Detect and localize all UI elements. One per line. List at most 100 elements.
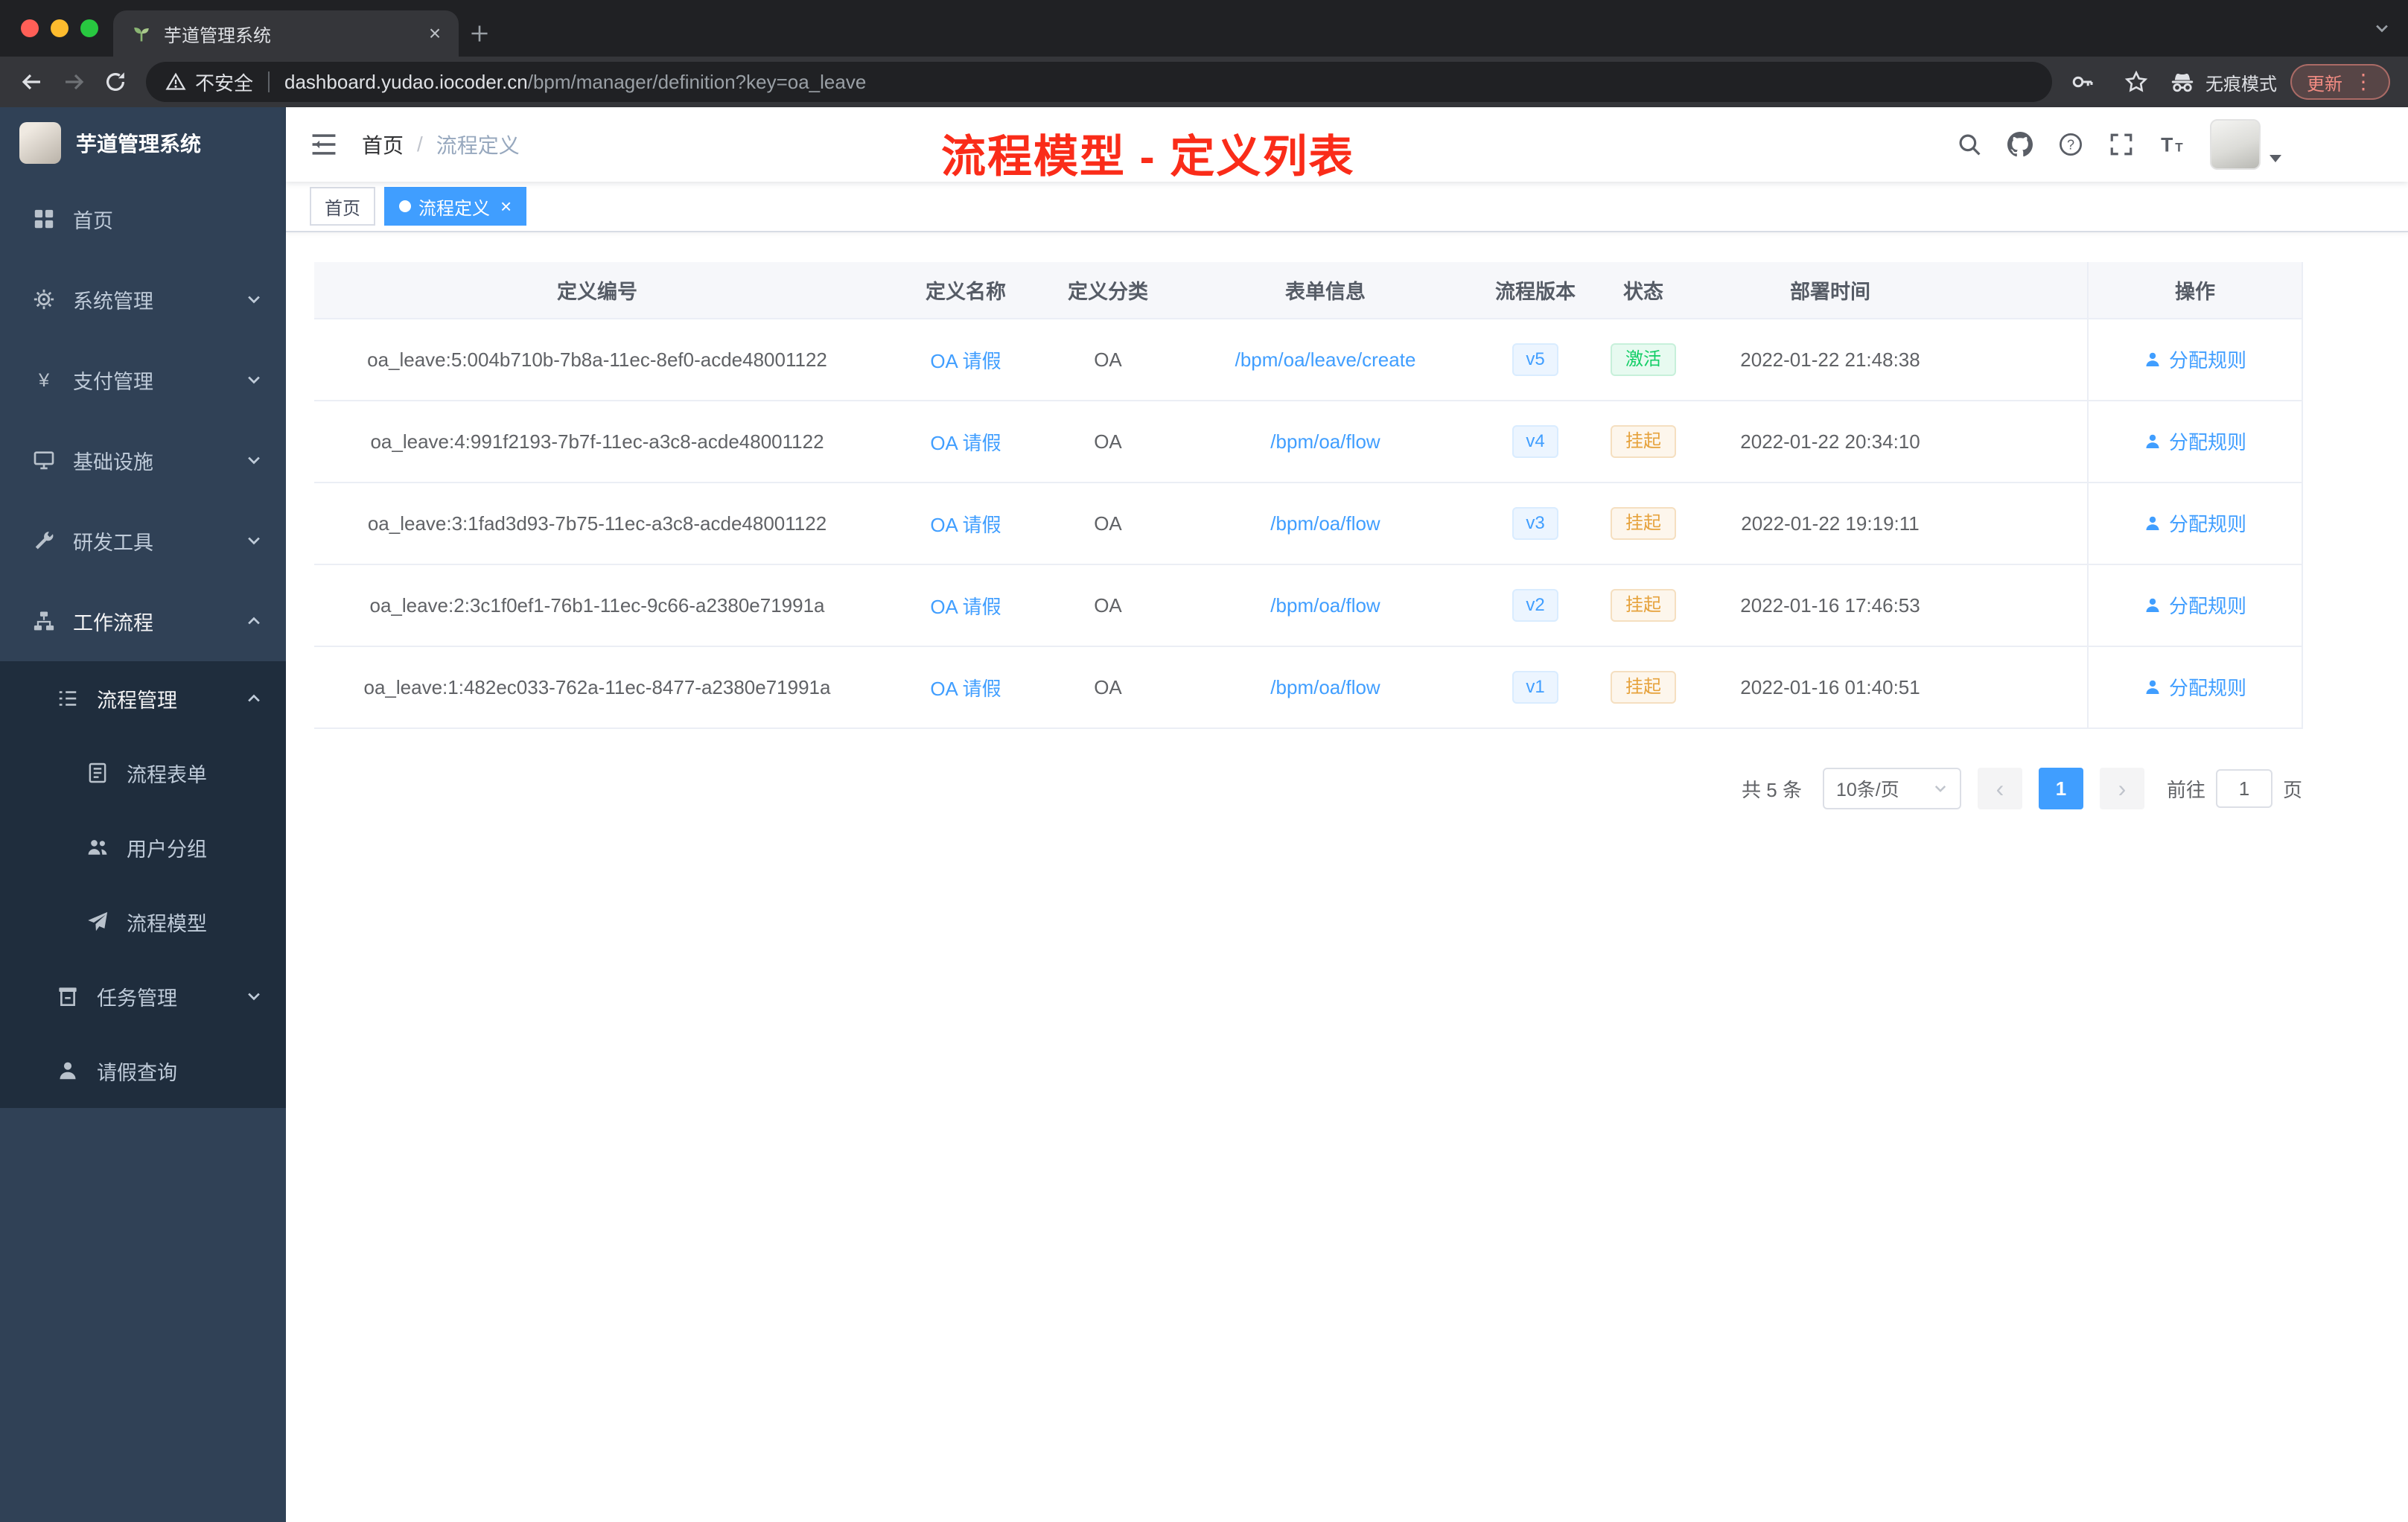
version-badge: v4 — [1512, 425, 1558, 458]
breadcrumb-current: 流程定义 — [436, 134, 520, 157]
assign-rule-label: 分配规则 — [2168, 595, 2246, 618]
assign-rule-link[interactable]: 分配规则 — [2144, 591, 2246, 619]
breadcrumb-home[interactable]: 首页 — [362, 130, 404, 159]
tag-active[interactable]: 流程定义 × — [384, 187, 527, 226]
form-link[interactable]: /bpm/oa/flow — [1270, 594, 1380, 617]
user-icon — [2144, 433, 2162, 450]
window-controls — [0, 19, 113, 37]
tag-home[interactable]: 首页 — [310, 187, 375, 226]
zoom-window-button[interactable] — [80, 19, 98, 37]
sidebar-item[interactable]: 流程表单 — [0, 736, 286, 810]
menu-label: 请假查询 — [97, 1061, 177, 1084]
sidebar-item[interactable]: 系统管理 — [0, 259, 286, 340]
sidebar-item[interactable]: 研发工具 — [0, 500, 286, 581]
assign-rule-link[interactable]: 分配规则 — [2144, 346, 2246, 373]
form-link[interactable]: /bpm/oa/leave/create — [1235, 348, 1416, 371]
tag-active-label: 流程定义 — [418, 198, 490, 219]
tab-search-chevron-icon[interactable] — [2374, 0, 2390, 57]
cell-spacer — [1958, 401, 2088, 483]
definition-name-link[interactable]: OA 请假 — [930, 432, 1001, 454]
cell-action: 分配规则 — [2087, 646, 2303, 729]
tag-close-icon[interactable]: × — [500, 197, 512, 216]
definition-name-link[interactable]: OA 请假 — [930, 678, 1001, 700]
sidebar-item[interactable]: 流程模型 — [0, 885, 286, 959]
definition-name-link[interactable]: OA 请假 — [930, 596, 1001, 618]
update-button[interactable]: 更新 ⋮ — [2290, 64, 2390, 100]
hamburger-button[interactable] — [310, 130, 338, 159]
cell-form-info: /bpm/oa/flow — [1165, 401, 1486, 483]
cell-form-info: /bpm/oa/flow — [1165, 646, 1486, 729]
browser-menu-icon[interactable]: ⋮ — [2353, 71, 2374, 92]
browser-tab[interactable]: 芋道管理系统 × — [113, 10, 459, 57]
cell-spacer — [1958, 646, 2088, 729]
menu-label: 流程模型 — [127, 912, 207, 935]
table-header-spacer — [1958, 262, 2088, 319]
new-tab-button[interactable] — [459, 10, 500, 57]
fullscreen-icon[interactable] — [2109, 132, 2134, 157]
reload-button[interactable] — [95, 62, 136, 102]
cell-definition-id: oa_leave:2:3c1f0ef1-76b1-11ec-9c66-a2380… — [314, 564, 880, 647]
sidebar-item[interactable]: 首页 — [0, 179, 286, 259]
sidebar-item[interactable]: ¥ 支付管理 — [0, 340, 286, 420]
menu-label: 首页 — [73, 209, 113, 232]
assign-rule-link[interactable]: 分配规则 — [2144, 673, 2246, 701]
minimize-window-button[interactable] — [51, 19, 69, 37]
svg-text:¥: ¥ — [38, 370, 50, 391]
tab-strip: 芋道管理系统 × — [0, 0, 2408, 57]
chevron-down-icon — [246, 372, 262, 388]
tab-close-icon[interactable]: × — [423, 22, 447, 45]
tool-icon — [33, 529, 55, 552]
cell-status: 挂起 — [1584, 401, 1702, 483]
address-bar[interactable]: 不安全 dashboard.yudao.iocoder.cn/bpm/manag… — [146, 62, 2052, 102]
sidebar-item[interactable]: 基础设施 — [0, 420, 286, 500]
prev-page-button[interactable]: ‹ — [1977, 768, 2022, 809]
page-size-select[interactable]: 10条/页 — [1822, 768, 1961, 809]
breadcrumb-separator: / — [417, 133, 423, 156]
goto-page-input[interactable] — [2215, 769, 2272, 808]
search-icon[interactable] — [1957, 132, 1982, 157]
version-badge: v3 — [1512, 507, 1558, 540]
version-badge: v5 — [1512, 343, 1558, 376]
form-link[interactable]: /bpm/oa/flow — [1270, 512, 1380, 535]
menu-label: 任务管理 — [97, 987, 177, 1010]
sidebar-item[interactable]: 用户分组 — [0, 810, 286, 885]
definition-name-link[interactable]: OA 请假 — [930, 514, 1001, 536]
assign-rule-link[interactable]: 分配规则 — [2144, 427, 2246, 455]
assign-rule-link[interactable]: 分配规则 — [2144, 509, 2246, 537]
forward-button[interactable] — [54, 62, 94, 102]
cell-deploy-time: 2022-01-16 17:46:53 — [1702, 564, 1958, 647]
user-avatar[interactable] — [2210, 119, 2261, 170]
task-icon — [57, 985, 79, 1007]
goto-label: 前往 — [2166, 778, 2205, 801]
table-header-cell: 定义编号 — [314, 262, 880, 319]
definition-name-link[interactable]: OA 请假 — [930, 350, 1001, 372]
menu-label: 系统管理 — [73, 290, 153, 313]
help-icon[interactable]: ? — [2058, 132, 2083, 157]
github-icon[interactable] — [2007, 132, 2033, 157]
table-header-cell: 状态 — [1584, 262, 1702, 319]
page-number-1[interactable]: 1 — [2038, 768, 2083, 809]
sidebar-item[interactable]: 流程管理 — [0, 661, 286, 736]
bookmark-star-icon[interactable] — [2116, 62, 2156, 102]
form-link[interactable]: /bpm/oa/flow — [1270, 430, 1380, 453]
next-page-button[interactable]: › — [2099, 768, 2144, 809]
back-button[interactable] — [12, 62, 52, 102]
sidebar-item[interactable]: 请假查询 — [0, 1034, 286, 1108]
sidebar-item[interactable]: 任务管理 — [0, 959, 286, 1034]
chevron-up-icon — [246, 613, 262, 629]
page-size-value: 10条/页 — [1835, 780, 1899, 800]
form-link[interactable]: /bpm/oa/flow — [1270, 676, 1380, 698]
key-icon[interactable] — [2063, 62, 2103, 102]
main-area: 首页 / 流程定义 流程模型 - 定义列表 ? T T 首页 流程定义 × 定义… — [286, 107, 2408, 1522]
security-chip[interactable]: 不安全 — [165, 69, 253, 96]
tab-favicon-icon — [131, 23, 152, 44]
sidebar-item[interactable]: 工作流程 — [0, 581, 286, 661]
font-size-icon[interactable]: TT — [2159, 132, 2185, 157]
browser-toolbar: 不安全 dashboard.yudao.iocoder.cn/bpm/manag… — [0, 57, 2408, 107]
table-header-cell: 定义名称 — [880, 262, 1051, 319]
breadcrumb: 首页 / 流程定义 — [362, 130, 520, 159]
close-window-button[interactable] — [21, 19, 39, 37]
chevron-up-icon — [246, 690, 262, 707]
chevron-down-icon — [246, 291, 262, 308]
user-menu[interactable] — [2210, 119, 2283, 170]
